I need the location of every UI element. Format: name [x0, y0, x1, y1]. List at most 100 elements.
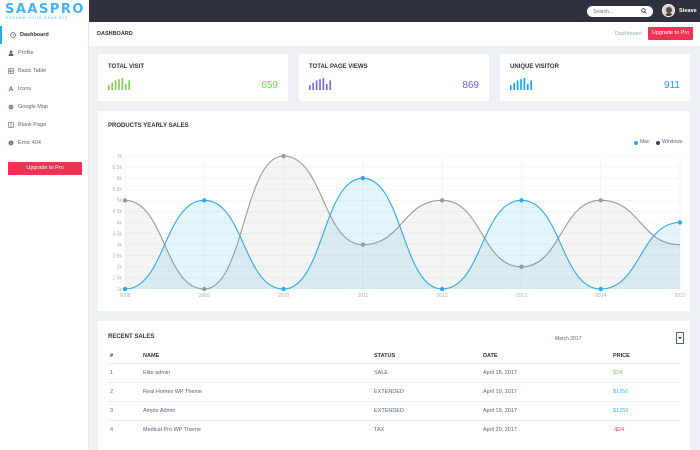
columns-icon	[8, 122, 14, 128]
search-input[interactable]	[593, 7, 639, 16]
data-point-windows[interactable]	[439, 198, 445, 203]
data-point-mac[interactable]	[519, 198, 524, 203]
y-tick-label: 1.5k	[113, 276, 123, 282]
sidebar-item-error-404[interactable]: Error 404	[0, 134, 89, 152]
y-tick-label: 3k	[117, 242, 123, 248]
sidebar-item-basic-table[interactable]: Basic Table	[0, 62, 89, 80]
sidebar-item-label: Icons	[18, 86, 32, 92]
sparkline-bar	[121, 78, 124, 90]
sparkline-bar	[125, 84, 127, 90]
data-point-mac[interactable]	[360, 175, 366, 181]
data-point-mac[interactable]	[598, 286, 603, 292]
brand-title: SAASPRO	[5, 2, 85, 17]
cell-num: 4	[110, 427, 114, 433]
month-select-value: March 2017	[555, 336, 582, 342]
cell-status: TAX	[374, 427, 385, 433]
col-header-date: DATE	[483, 353, 498, 359]
y-tick-label: 5.5k	[113, 187, 123, 193]
sidebar-item-icons[interactable]: Icons	[0, 80, 89, 98]
recent-sales-card: RECENT SALES March 2017 # NAME STATUS DA…	[98, 321, 690, 450]
sparkline-bar	[510, 85, 512, 90]
sparkline-bar	[108, 85, 110, 90]
month-select[interactable]: March 2017	[551, 333, 671, 345]
stat-value: 659	[261, 80, 278, 91]
col-header-name: NAME	[143, 353, 160, 359]
sparkline-bar	[118, 79, 120, 90]
sidebar-item-label: Google Map	[18, 104, 48, 110]
brand-tagline: EXPAND YOUR SAAS BIZ	[6, 16, 68, 20]
upgrade-to-pro-top-button[interactable]: Upgrade to Pro	[648, 27, 693, 40]
sparkline-bar	[326, 84, 328, 90]
y-tick-label: 7k	[117, 154, 123, 160]
sparkline-bar	[530, 80, 532, 90]
brand-logo[interactable]: SAASPRO EXPAND YOUR SAAS BIZ	[0, 0, 89, 22]
cell-name: Medical Pro WP Theme	[143, 427, 201, 433]
sidebar-item-google-map[interactable]: Google Map	[0, 98, 89, 116]
sales-area-chart: 7k6.5k6k5.5k5k4.5k4k3.5k3k2.5k2k1.5k1k20…	[113, 153, 686, 299]
cell-status: EXTENDED	[374, 408, 404, 414]
upgrade-to-pro-button[interactable]: Upgrade to Pro	[8, 162, 82, 175]
y-tick-label: 5k	[117, 198, 123, 204]
data-point-mac[interactable]	[122, 286, 128, 292]
sparkline-bar	[128, 80, 130, 90]
stat-card-total-visit: TOTAL VISIT 659	[98, 54, 288, 101]
cell-price: -$24	[613, 427, 625, 433]
sparkline-bar	[309, 85, 311, 90]
month-select-toggle[interactable]	[676, 332, 684, 344]
sparkline-bar	[111, 82, 113, 90]
stat-title: TOTAL VISIT	[108, 64, 145, 70]
search-icon[interactable]	[641, 8, 647, 14]
cell-price: $1250	[613, 408, 629, 414]
x-tick-label: 2009	[199, 293, 210, 299]
sidebar-item-label: Dashboard	[20, 32, 49, 38]
data-point-mac[interactable]	[439, 286, 445, 292]
x-tick-label: 2008	[119, 293, 130, 299]
top-navbar: SAASPRO EXPAND YOUR SAAS BIZ Steave	[0, 0, 700, 22]
sparkline-bar	[520, 79, 522, 90]
globe-icon	[8, 104, 14, 110]
y-tick-label: 4k	[117, 220, 123, 226]
user-avatar[interactable]	[662, 4, 675, 17]
data-point-windows[interactable]	[202, 286, 207, 292]
y-tick-label: 4.5k	[113, 209, 123, 215]
y-tick-label: 6k	[117, 176, 123, 182]
sparkline-bar	[523, 78, 526, 90]
sidebar-item-profile[interactable]: Profile	[0, 44, 89, 62]
data-point-windows[interactable]	[281, 153, 286, 159]
sparkline-bar	[319, 79, 321, 90]
col-header-num: #	[110, 353, 114, 359]
username[interactable]: Steave	[679, 8, 697, 14]
data-point-windows[interactable]	[360, 242, 366, 247]
breadcrumb[interactable]: Dashboard	[615, 31, 642, 37]
data-point-mac[interactable]	[202, 198, 207, 203]
page-title: DASHBOARD	[97, 31, 133, 37]
stat-value: 869	[462, 80, 479, 91]
sidebar: Dashboard Profile Basic Table Icons Goog…	[0, 22, 89, 450]
sparkline-bar	[114, 80, 117, 90]
x-tick-label: 2014	[595, 293, 606, 299]
data-point-mac[interactable]	[281, 286, 286, 292]
cell-num: 3	[110, 408, 114, 414]
sidebar-item-blank-page[interactable]: Blank Page	[0, 116, 89, 134]
stat-title: UNIQUE VISITOR	[510, 64, 559, 70]
y-tick-label: 2k	[117, 265, 123, 271]
sparkline-bar	[527, 84, 529, 90]
data-point-windows[interactable]	[519, 264, 524, 270]
stat-card-total-page-views: TOTAL PAGE VIEWS 869	[299, 54, 489, 101]
page-header: DASHBOARD Dashboard Upgrade to Pro	[89, 22, 700, 46]
stat-card-unique-visitor: UNIQUE VISITOR 911	[500, 54, 690, 101]
data-point-mac[interactable]	[677, 220, 683, 225]
row-divider	[108, 363, 680, 364]
sparkline-bars	[108, 78, 130, 90]
sidebar-item-dashboard[interactable]: Dashboard	[0, 26, 89, 44]
sidebar-item-label: Blank Page	[18, 122, 47, 128]
y-tick-label: 2.5k	[113, 254, 123, 260]
cell-status: SALE	[374, 370, 389, 376]
y-tick-label: 3.5k	[113, 231, 123, 237]
data-point-windows[interactable]	[598, 198, 603, 203]
col-header-status: STATUS	[374, 353, 396, 359]
table-icon	[8, 68, 14, 74]
data-point-windows[interactable]	[122, 198, 128, 203]
cell-name: Elite admin	[143, 370, 171, 376]
row-divider	[108, 401, 680, 402]
